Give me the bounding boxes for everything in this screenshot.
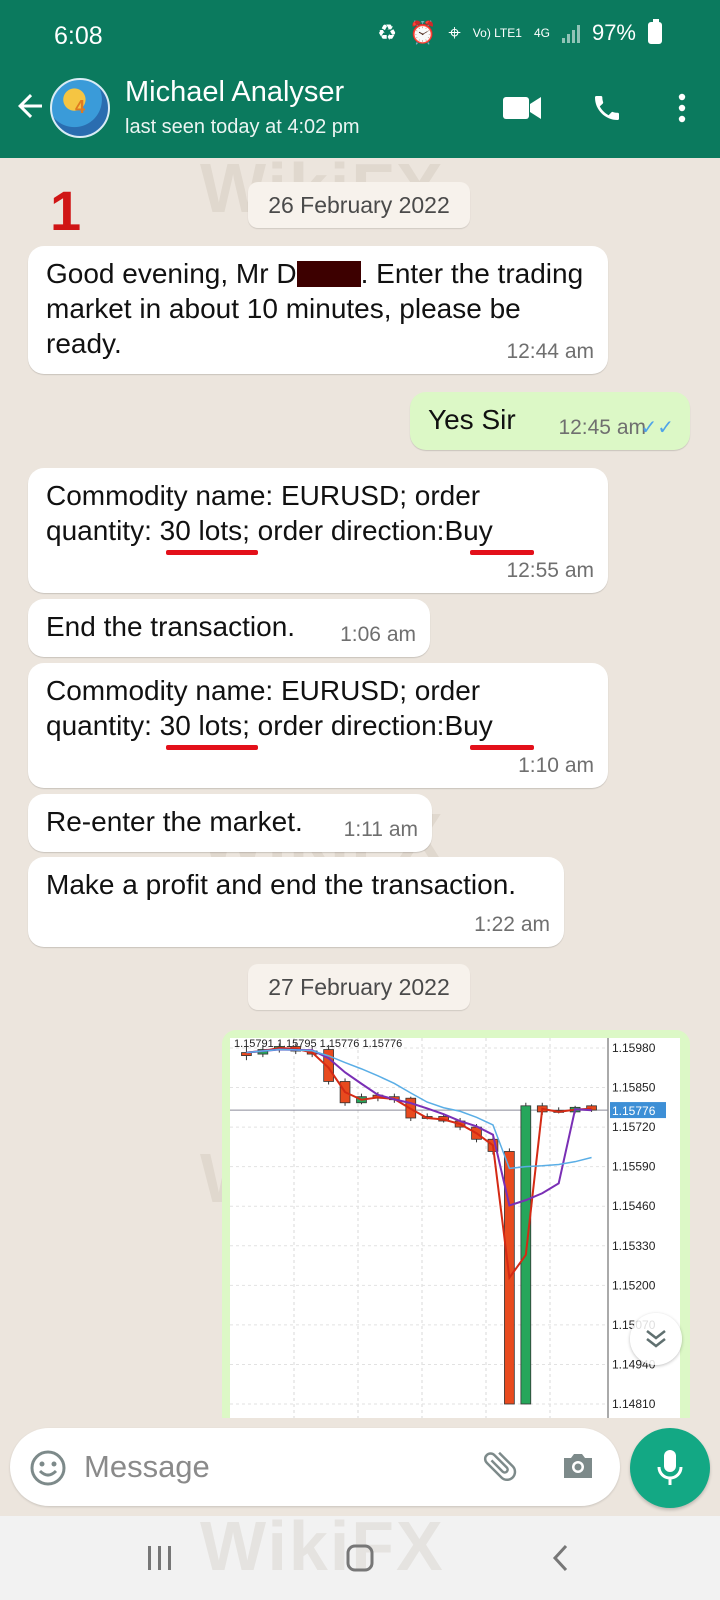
- message-text: Make a profit and end the transaction.: [46, 869, 517, 900]
- y-tick-label: 1.15590: [612, 1160, 656, 1174]
- message-time: 12:44 am: [506, 340, 594, 363]
- home-icon[interactable]: [330, 1536, 390, 1580]
- chat-area[interactable]: WikiFX WikiFX WikiFX WikiFX 1 26 Februar…: [0, 158, 720, 1418]
- underline-annotation: [470, 550, 534, 555]
- date-chip: 26 February 2022: [248, 182, 470, 228]
- back-arrow-icon[interactable]: [12, 88, 52, 128]
- candlestick-chart: 1.15980 1.15850 1.15720 1.15590 1.15460 1.153…: [230, 1038, 666, 1418]
- y-tick-label: 1.15460: [612, 1199, 656, 1213]
- message-input[interactable]: [84, 1444, 464, 1490]
- y-tick-label: 1.15980: [612, 1041, 656, 1055]
- chart-screenshot[interactable]: 1.15980 1.15850 1.15720 1.15590 1.15460 1.153…: [230, 1038, 680, 1418]
- annotation-marker: 1: [50, 179, 82, 242]
- contact-name[interactable]: Michael Analyser: [125, 76, 344, 109]
- recycle-icon: ♻: [377, 20, 397, 45]
- image-message[interactable]: 1.15980 1.15850 1.15720 1.15590 1.15460 1.153…: [222, 1030, 690, 1418]
- underline-annotation: [166, 550, 258, 555]
- y-tick-label: 1.15330: [612, 1239, 656, 1253]
- read-receipt-icon: ✓✓: [640, 417, 674, 439]
- system-nav-bar: WikiFX: [0, 1507, 720, 1600]
- incoming-message[interactable]: Re-enter the market. 1:11 am: [28, 794, 432, 852]
- battery-icon: [648, 19, 662, 44]
- incoming-message[interactable]: Good evening, Mr D. Enter the trading ma…: [28, 246, 608, 374]
- redaction-block: [296, 260, 361, 287]
- outgoing-message[interactable]: Yes Sir 12:45 am ✓✓: [410, 392, 690, 450]
- phone-icon[interactable]: [585, 88, 629, 128]
- battery-percent: 97%: [591, 20, 636, 45]
- status-time: 6:08: [54, 22, 103, 50]
- message-time: 12:55 am: [506, 559, 594, 582]
- camera-icon[interactable]: [558, 1446, 598, 1491]
- message-line: Commodity name: EURUSD; order: [46, 480, 481, 511]
- chat-header: 4 Michael Analyser last seen today at 4:…: [0, 70, 720, 158]
- avatar[interactable]: 4: [50, 78, 110, 138]
- y-tick-label: 1.14810: [612, 1397, 656, 1411]
- mic-icon[interactable]: [630, 1428, 710, 1508]
- incoming-message[interactable]: Commodity name: EURUSD; order quantity: …: [28, 468, 608, 593]
- moving-average-fast: [246, 1046, 592, 1281]
- attach-icon[interactable]: [480, 1446, 520, 1491]
- message-time: 1:10 am: [518, 754, 594, 777]
- message-line: quantity: 30 lots; order direction:Buy: [46, 515, 493, 546]
- y-tick-label: 1.15720: [612, 1120, 656, 1134]
- y-tick-label: 1.15850: [612, 1081, 656, 1095]
- status-icons: ♻ ⏰ ⌖ Vo) LTE1 4G 97%: [377, 19, 662, 46]
- message-time: 1:22 am: [474, 913, 550, 936]
- last-seen: last seen today at 4:02 pm: [125, 116, 360, 138]
- message-line: quantity: 30 lots; order direction:Buy: [46, 710, 493, 741]
- message-time: 12:45 am: [558, 416, 646, 439]
- incoming-message[interactable]: Commodity name: EURUSD; order quantity: …: [28, 663, 608, 788]
- scroll-down-icon[interactable]: [630, 1313, 682, 1365]
- date-chip: 27 February 2022: [248, 964, 470, 1010]
- current-price-label: 1.15776: [612, 1104, 656, 1118]
- incoming-message[interactable]: End the transaction. 1:06 am: [28, 599, 430, 657]
- message-time: 1:06 am: [340, 623, 416, 646]
- message-line: Commodity name: EURUSD; order: [46, 675, 481, 706]
- status-bar: 6:08 ♻ ⏰ ⌖ Vo) LTE1 4G 97%: [0, 0, 720, 70]
- back-nav-icon[interactable]: [530, 1536, 590, 1580]
- signal-icon: [561, 23, 580, 43]
- emoji-icon[interactable]: [28, 1448, 68, 1493]
- message-time: 1:11 am: [343, 818, 418, 841]
- underline-annotation: [470, 745, 534, 750]
- underline-annotation: [166, 745, 258, 750]
- location-icon: ⌖: [448, 20, 461, 45]
- top-price-labels: 1.15791 1.15795 1.15776 1.15776: [234, 1038, 402, 1050]
- volte-label: Vo) LTE1: [472, 26, 522, 40]
- avatar-badge: 4: [75, 97, 86, 117]
- y-tick-label: 1.15200: [612, 1278, 656, 1292]
- message-composer: [10, 1428, 620, 1506]
- video-call-icon[interactable]: [500, 88, 544, 128]
- recent-apps-icon[interactable]: [130, 1536, 190, 1580]
- incoming-message[interactable]: Make a profit and end the transaction. 1…: [28, 857, 564, 947]
- network-label: 4G: [533, 26, 550, 40]
- more-vertical-icon[interactable]: [660, 88, 704, 128]
- watermark: WikiFX: [200, 1507, 445, 1585]
- alarm-icon: ⏰: [409, 20, 437, 45]
- app-header: 6:08 ♻ ⏰ ⌖ Vo) LTE1 4G 97% 4 Michael Ana…: [0, 0, 720, 158]
